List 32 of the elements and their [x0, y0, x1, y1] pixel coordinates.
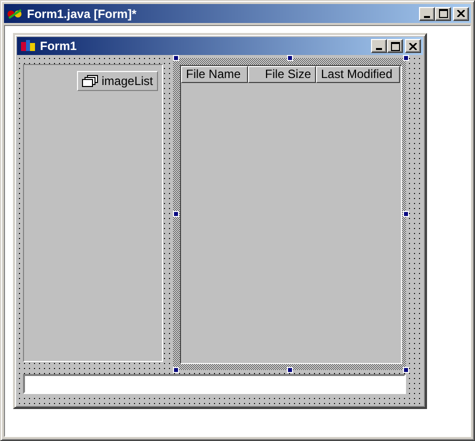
image-list-icon: [82, 75, 98, 87]
maximize-button[interactable]: [435, 6, 451, 20]
minimize-icon: [376, 48, 382, 50]
close-icon: [409, 42, 417, 50]
maximize-icon: [390, 42, 400, 50]
selection-handle[interactable]: [173, 211, 179, 217]
selection-handle[interactable]: [173, 367, 179, 373]
maximize-button[interactable]: [387, 39, 403, 53]
form-icon: [20, 39, 36, 53]
close-button[interactable]: [405, 39, 421, 53]
selection-handle[interactable]: [173, 55, 179, 61]
column-header[interactable]: File Size: [248, 66, 316, 83]
selection-handle[interactable]: [286, 55, 292, 61]
close-button[interactable]: [453, 6, 469, 20]
component-tray-item[interactable]: imageList: [76, 71, 158, 91]
close-icon: [457, 10, 465, 17]
form-title: Form1: [40, 39, 78, 53]
app-icon: [7, 8, 23, 20]
component-label: imageList: [102, 74, 153, 88]
text-field[interactable]: [23, 374, 406, 394]
selection-handle[interactable]: [403, 211, 409, 217]
column-header[interactable]: File Name: [181, 66, 248, 83]
selection-handle[interactable]: [286, 367, 292, 373]
minimize-button[interactable]: [371, 39, 387, 53]
column-header[interactable]: Last Modified: [316, 66, 400, 83]
selection-handle[interactable]: [403, 55, 409, 61]
minimize-icon: [424, 16, 430, 18]
maximize-icon: [438, 9, 448, 18]
window-title: Form1.java [Form]*: [27, 6, 138, 20]
list-view[interactable]: File Name File Size Last Modified: [180, 65, 402, 364]
selection-handle[interactable]: [403, 367, 409, 373]
minimize-button[interactable]: [419, 6, 435, 20]
